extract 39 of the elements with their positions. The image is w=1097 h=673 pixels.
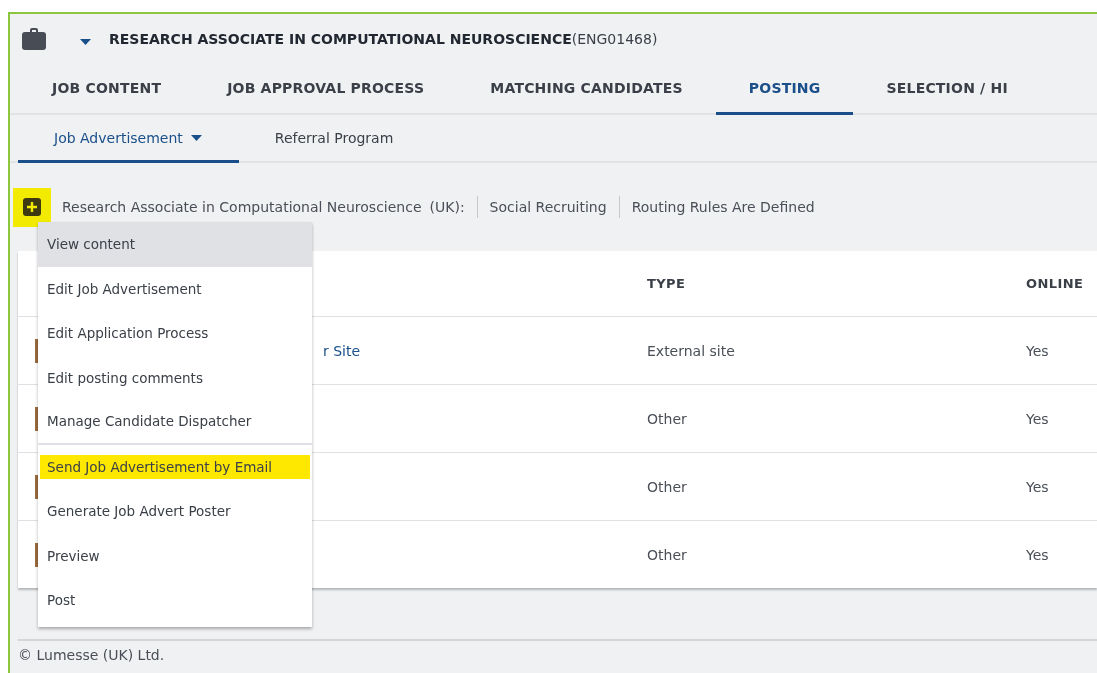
add-button[interactable]: [13, 187, 51, 227]
menu-item[interactable]: Generate Job Advert Poster: [38, 489, 312, 534]
job-title: RESEARCH ASSOCIATE IN COMPUTATIONAL NEUROSCIENCE: [109, 31, 572, 47]
menu-item[interactable]: Edit Job Advertisement: [38, 266, 312, 311]
country-label: (UK):: [429, 199, 465, 215]
table-cell-text: Other: [647, 478, 688, 495]
tab[interactable]: POSTING: [715, 64, 854, 115]
table-cell: r Site: [323, 342, 361, 359]
info-item: Routing Rules Are Defined: [631, 199, 815, 215]
tab[interactable]: JOB CONTENT: [19, 64, 195, 115]
tab[interactable]: SELECTION / HI: [853, 64, 1041, 115]
caret-icon: [190, 134, 202, 141]
table-cell-text: Other: [647, 546, 688, 563]
table-cell-text: Other: [647, 410, 688, 427]
advert-title: Research Associate in Computational Neuroscience: [62, 199, 422, 215]
table-cell-text: Yes: [1026, 410, 1050, 427]
menu-item[interactable]: Edit posting comments: [38, 355, 312, 400]
job-code: (ENG01468): [571, 31, 658, 47]
menu-item[interactable]: Preview: [38, 533, 312, 578]
menu-item[interactable]: Post: [38, 578, 312, 623]
menu-item[interactable]: Send Job Advertisement by Email: [38, 444, 312, 489]
caret-icon: [80, 38, 91, 45]
menu-item[interactable]: Edit Application Process: [38, 311, 312, 356]
tab[interactable]: MATCHING CANDIDATES: [457, 64, 716, 115]
tab[interactable]: JOB APPROVAL PROCESS: [194, 64, 458, 115]
copyright-text: © Lumesse (UK) Ltd.: [18, 647, 165, 663]
table-cell-text: Yes: [1026, 342, 1050, 359]
menu-item[interactable]: Manage Candidate Dispatcher: [38, 400, 312, 445]
info-item: Social Recruiting: [489, 199, 607, 215]
table-cell-text: Yes: [1026, 478, 1050, 495]
column-header: TYPE: [647, 276, 687, 291]
table-cell-text: External site: [647, 342, 736, 359]
column-header: ONLINE: [1026, 276, 1085, 291]
menu-item[interactable]: View content: [38, 222, 312, 267]
subtab[interactable]: Job Advertisement: [18, 115, 239, 163]
briefcase-icon: [22, 28, 46, 50]
plus-icon: [23, 198, 41, 216]
table-cell-text: Yes: [1026, 546, 1050, 563]
subtab[interactable]: Referral Program: [238, 115, 431, 163]
